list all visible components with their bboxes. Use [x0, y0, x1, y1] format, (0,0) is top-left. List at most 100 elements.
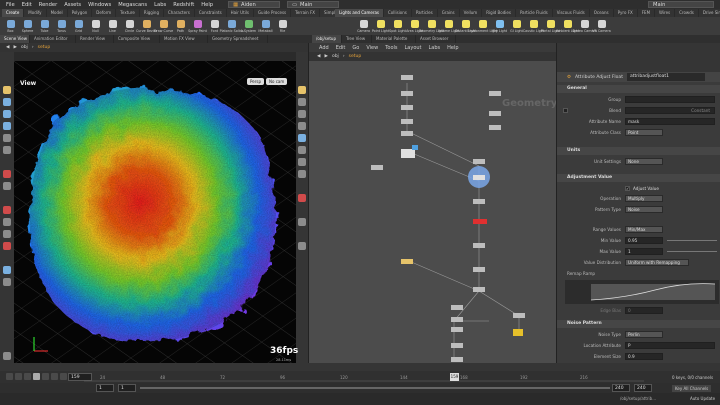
net-menu-labs[interactable]: Labs: [429, 45, 441, 51]
shelf-tool-button[interactable]: File: [274, 17, 291, 35]
range-end-field[interactable]: 240: [612, 384, 630, 392]
shelf-tool-button[interactable]: Null: [87, 17, 104, 35]
shelf-tool-button[interactable]: Metaball: [257, 17, 274, 35]
isolate-icon[interactable]: [298, 194, 306, 202]
shelf-tab[interactable]: Deform: [92, 9, 117, 17]
magnet-icon[interactable]: [3, 266, 11, 274]
shelf-tab[interactable]: Pyro FX: [614, 9, 638, 17]
tab-motion-fx-view[interactable]: Motion FX View: [160, 35, 208, 43]
handle-tool-icon[interactable]: [3, 134, 11, 142]
shelf-tool-button[interactable]: Box: [2, 17, 19, 35]
shelf-tool-button[interactable]: Sky Light: [491, 17, 508, 35]
shelf-tool-button[interactable]: Torus: [53, 17, 70, 35]
tab-material-palette[interactable]: Material Palette: [372, 35, 416, 43]
wireframe-icon[interactable]: [298, 98, 306, 106]
view-tool-icon[interactable]: [3, 170, 11, 178]
shelf-tool-button[interactable]: L-System: [240, 17, 257, 35]
tab-animation-editor[interactable]: Animation Editor: [30, 35, 76, 43]
shelf-tab[interactable]: FEM: [638, 9, 656, 17]
key-all-channels-button[interactable]: Key All Channels: [672, 385, 712, 392]
next-key-button[interactable]: [51, 373, 58, 380]
shelf-tool-button[interactable]: Draw Curve: [154, 17, 173, 35]
select-tool-icon[interactable]: [3, 86, 11, 94]
right-desktop-dropdown[interactable]: Main: [648, 1, 714, 8]
shelf-tab[interactable]: Rigid Bodies: [482, 9, 516, 17]
shelf-tab[interactable]: Texture: [116, 9, 140, 17]
tab-composite-view[interactable]: Composite View: [114, 35, 160, 43]
shelf-tab[interactable]: Drive Simulation: [699, 9, 720, 17]
rotate-tool-icon[interactable]: [3, 110, 11, 118]
persp-menu[interactable]: Persp: [247, 78, 264, 85]
blend-field[interactable]: Constant: [625, 107, 715, 114]
net-forward-icon[interactable]: ▶: [324, 54, 327, 59]
node-name-field[interactable]: attribadjustfloat1: [626, 73, 705, 81]
shelf-tool-button[interactable]: Stereo Camera: [572, 17, 597, 35]
noise-type-menu[interactable]: Perlin: [625, 331, 663, 338]
grid-icon[interactable]: [3, 218, 11, 226]
desktop-dropdown[interactable]: ▭ Main: [287, 1, 340, 8]
shelf-tab[interactable]: Rigging: [140, 9, 164, 17]
light-icon[interactable]: [3, 242, 11, 250]
shelf-tool-button[interactable]: Grid: [70, 17, 87, 35]
viewer-path-setup[interactable]: setup: [38, 45, 51, 50]
shelf-tool-button[interactable]: Curve Bezier: [136, 17, 157, 35]
shelf-tab[interactable]: Create: [2, 9, 25, 17]
tab-geometry-spreadsheet[interactable]: Geometry Spreadsheet: [208, 35, 268, 43]
normals-icon[interactable]: [298, 146, 306, 154]
stop-button[interactable]: [33, 373, 40, 380]
adjust-value-checkbox[interactable]: ✓: [625, 186, 630, 191]
net-back-icon[interactable]: ◀: [317, 54, 320, 59]
max-value-field[interactable]: 1: [625, 248, 663, 255]
range-values-menu[interactable]: Min/Max: [625, 226, 663, 233]
menu-windows[interactable]: Windows: [88, 2, 111, 8]
pose-tool-icon[interactable]: [3, 146, 11, 154]
menu-megascans[interactable]: Megascans: [118, 2, 147, 8]
net-menu-go[interactable]: Go: [352, 45, 359, 51]
settings-icon[interactable]: [3, 352, 11, 360]
shelf-tab[interactable]: Model: [47, 9, 68, 17]
pattern-type-menu[interactable]: Noise: [625, 206, 663, 213]
play-reverse-button[interactable]: [24, 373, 31, 380]
shelf-tab[interactable]: Characters: [164, 9, 195, 17]
shelf-tab[interactable]: Guide Process: [254, 9, 292, 17]
points-icon[interactable]: [298, 158, 306, 166]
range-start-field[interactable]: 1: [96, 384, 114, 392]
record-icon[interactable]: [3, 206, 11, 214]
section-general[interactable]: General: [557, 85, 720, 93]
shelf-tool-button[interactable]: Sphere: [19, 17, 36, 35]
shelf-tab[interactable]: Wires: [655, 9, 676, 17]
menu-edit[interactable]: Edit: [22, 2, 32, 8]
menu-help[interactable]: Help: [201, 2, 213, 8]
auto-update-toggle[interactable]: Auto Update: [690, 396, 715, 401]
display-options-icon[interactable]: [298, 86, 306, 94]
shelf-tab[interactable]: Terrain FX: [291, 9, 321, 17]
shelf-tool-button[interactable]: Environment Light: [467, 17, 498, 35]
last-frame-button[interactable]: [60, 373, 67, 380]
attribute-class-menu[interactable]: Point: [625, 129, 663, 136]
link-icon[interactable]: [3, 278, 11, 286]
play-button[interactable]: [42, 373, 49, 380]
shelf-tab[interactable]: Lights and Cameras: [335, 9, 384, 17]
tab-network-setup[interactable]: /obj/setup: [312, 35, 342, 43]
shelf-tab[interactable]: Particle Fluids: [516, 9, 553, 17]
timeline-ruler[interactable]: [84, 373, 644, 383]
move-tool-icon[interactable]: [3, 98, 11, 106]
context-dropdown[interactable]: ▦ Aiden: [228, 1, 281, 8]
shelf-tab[interactable]: Grains: [438, 9, 460, 17]
shelf-tab[interactable]: Viscous Fluids: [553, 9, 590, 17]
tab-asset-browser[interactable]: Asset Browser: [416, 35, 456, 43]
shelf-tab[interactable]: Oceans: [590, 9, 614, 17]
shelf-tool-button[interactable]: Tube: [36, 17, 53, 35]
tab-render-view[interactable]: Render View: [76, 35, 114, 43]
section-adjustment[interactable]: Adjustment Value: [557, 174, 720, 182]
net-menu-layout[interactable]: Layout: [405, 45, 422, 51]
lighting-icon[interactable]: [298, 134, 306, 142]
menu-redshift[interactable]: Redshift: [173, 2, 194, 8]
net-menu-tools[interactable]: Tools: [385, 45, 397, 51]
shelf-tab[interactable]: Collisions: [384, 9, 412, 17]
shelf-tab[interactable]: Hair Utils: [227, 9, 254, 17]
shelf-tool-button[interactable]: Spot Light: [389, 17, 406, 35]
background-icon[interactable]: [298, 218, 306, 226]
operation-menu[interactable]: Multiply: [625, 195, 663, 202]
shelf-tab[interactable]: Constraints: [195, 9, 227, 17]
